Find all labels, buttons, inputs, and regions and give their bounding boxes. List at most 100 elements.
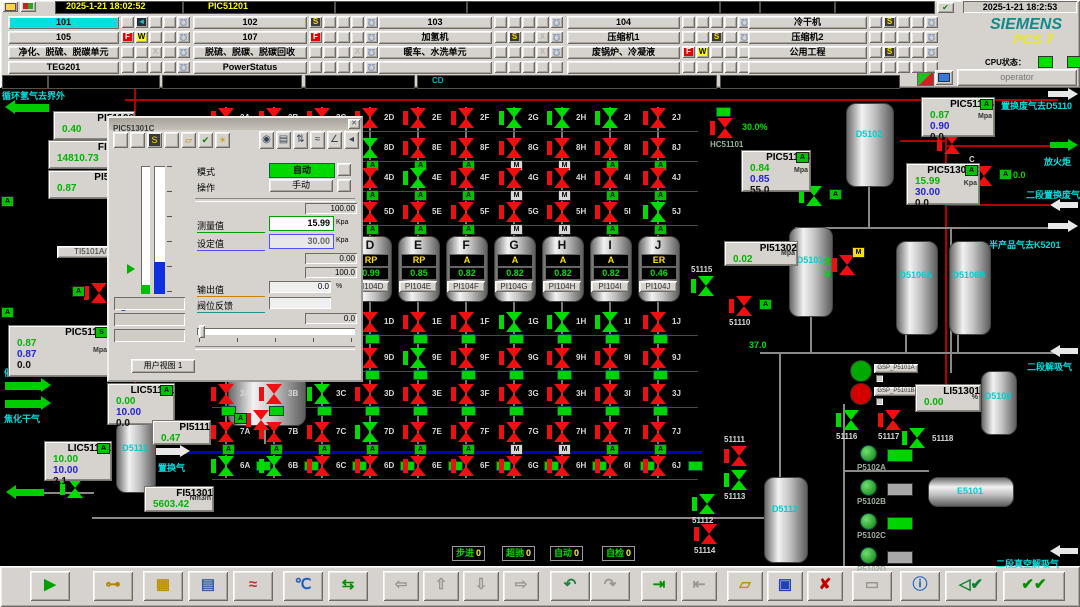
- s-status-icon[interactable]: S: [147, 132, 162, 148]
- measure-temp-button[interactable]: ℃: [283, 571, 323, 601]
- output-slider[interactable]: [197, 328, 355, 335]
- instrument-LIC51101[interactable]: LIC511010.0010.000.0A: [107, 383, 175, 425]
- mode-more-button[interactable]: [337, 163, 351, 176]
- valve-6D[interactable]: [359, 456, 381, 476]
- valve-2F[interactable]: [455, 108, 477, 128]
- batch-icon[interactable]: [164, 132, 179, 148]
- instrument-PIC51107[interactable]: PIC511070.870.870.0MpaS: [8, 325, 110, 377]
- valve-2H[interactable]: [551, 108, 573, 128]
- valve-1E[interactable]: [407, 312, 429, 332]
- valve-HC51101[interactable]: [714, 118, 736, 138]
- alarm-picture-button[interactable]: ▦: [143, 571, 183, 601]
- pump-icon-P5102B[interactable]: [860, 479, 877, 496]
- valve-7H[interactable]: [551, 422, 573, 442]
- open-picture-button[interactable]: ▱: [727, 571, 763, 601]
- picture-out-button[interactable]: ⇤: [681, 571, 717, 601]
- valve-51112[interactable]: [696, 494, 718, 514]
- ack-bell-button[interactable]: Ω: [177, 31, 190, 43]
- motor-ack-box[interactable]: [876, 398, 883, 405]
- valve-3A[interactable]: [215, 384, 237, 404]
- sp-value[interactable]: 30.00: [269, 234, 334, 249]
- ack-all-button[interactable]: ✔✔: [1003, 571, 1065, 601]
- valve-7J[interactable]: [647, 422, 669, 442]
- valve-3I[interactable]: [599, 384, 621, 404]
- valve-9E[interactable]: [407, 348, 429, 368]
- valve-7F[interactable]: [455, 422, 477, 442]
- nav-button-脱硫、脱碳、脱碳回收[interactable]: 脱硫、脱碳、脱碳回收: [193, 46, 307, 59]
- valve-8H[interactable]: [551, 138, 573, 158]
- op-more-button[interactable]: [337, 179, 351, 192]
- nav-button-103[interactable]: 103: [378, 16, 492, 29]
- close-icon[interactable]: ✕: [348, 119, 360, 129]
- valve-5H[interactable]: [551, 202, 573, 222]
- valve-4I[interactable]: [599, 168, 621, 188]
- valve-6B[interactable]: [263, 456, 285, 476]
- valve-51113[interactable]: [728, 470, 750, 490]
- valve-5J[interactable]: [647, 202, 669, 222]
- nav-up-button[interactable]: ⇧: [423, 571, 459, 601]
- instrument-FI51301[interactable]: FI513015603.42Nm3/h: [144, 486, 214, 512]
- valve-5E[interactable]: [407, 202, 429, 222]
- info-button[interactable]: ⓘ: [900, 571, 940, 601]
- valve-3E[interactable]: [407, 384, 429, 404]
- valve-1H[interactable]: [551, 312, 573, 332]
- valve-7E[interactable]: [407, 422, 429, 442]
- valve-4G[interactable]: [503, 168, 525, 188]
- nav-button-净化、脱硫、脱碳单元[interactable]: 净化、脱硫、脱碳单元: [8, 46, 119, 59]
- valve-6F[interactable]: [455, 456, 477, 476]
- instrument-PIC51103[interactable]: PIC511030.840.8555.0MpaA: [741, 150, 811, 192]
- valve-6J[interactable]: [647, 456, 669, 476]
- valve-7C[interactable]: [311, 422, 333, 442]
- nav-button-TEG201[interactable]: TEG201: [8, 61, 119, 74]
- valve-51111[interactable]: [728, 446, 750, 466]
- valve-unnamed[interactable]: [941, 134, 963, 154]
- valve-7G[interactable]: [503, 422, 525, 442]
- ack-bell-button[interactable]: Ω: [550, 31, 563, 43]
- faceplate-dialog-pic51301c[interactable]: PIC51301C ✕ S▱✔☀◉▤⇅≈∠◂ E 模式 自动 操作 手动 100…: [107, 116, 363, 382]
- valve-2J[interactable]: [647, 108, 669, 128]
- valve-8I[interactable]: [599, 138, 621, 158]
- sp-pointer-icon[interactable]: [127, 264, 135, 274]
- ack-bell-button[interactable]: Ω: [365, 61, 378, 73]
- instrument-LI51301[interactable]: LI513010.00%: [915, 384, 981, 412]
- check-icon-button[interactable]: ✔: [937, 2, 954, 13]
- redo-picture-button[interactable]: ↷: [590, 571, 630, 601]
- valve-5I[interactable]: [599, 202, 621, 222]
- valve-unnamed[interactable]: [64, 478, 86, 498]
- nav-button-加氢机[interactable]: 加氢机: [378, 31, 492, 44]
- valve-2E[interactable]: [407, 108, 429, 128]
- valve-7D[interactable]: [359, 422, 381, 442]
- instrument-LIC51102[interactable]: LIC5110210.0010.002.1A: [44, 441, 112, 481]
- valve-3J[interactable]: [647, 384, 669, 404]
- ack-bell-button[interactable]: Ω: [550, 16, 563, 28]
- valve-4E[interactable]: [407, 168, 429, 188]
- save-picture-button[interactable]: ▣: [767, 571, 803, 601]
- valve-2G[interactable]: [503, 108, 525, 128]
- valve-51110[interactable]: [733, 296, 755, 316]
- sp-bargraph[interactable]: [154, 166, 165, 294]
- lamp-icon[interactable]: ☀: [215, 132, 230, 148]
- picture-switch-button[interactable]: ⇆: [328, 571, 368, 601]
- ack-bell-button[interactable]: Ω: [365, 46, 378, 58]
- nav-button-PowerStatus[interactable]: PowerStatus: [193, 61, 307, 74]
- valve-5F[interactable]: [455, 202, 477, 222]
- picture-in-button[interactable]: ⇥: [641, 571, 677, 601]
- param-icon[interactable]: ⇅: [293, 131, 308, 149]
- valve-6C[interactable]: [311, 456, 333, 476]
- operator-button[interactable]: operator: [957, 69, 1077, 86]
- op-value-button[interactable]: 手动: [269, 179, 333, 192]
- valve-9J[interactable]: [647, 348, 669, 368]
- valve-51116[interactable]: [840, 410, 862, 430]
- ack-bell-button[interactable]: Ω: [925, 16, 938, 28]
- display-button[interactable]: ▭: [852, 571, 892, 601]
- loop-icon[interactable]: ◉: [259, 131, 274, 149]
- valve-9G[interactable]: [503, 348, 525, 368]
- motor-status-GSP_P5101A[interactable]: [850, 360, 872, 382]
- instrument-PI51302[interactable]: PI513020.02Mpa: [724, 241, 798, 266]
- valve-1I[interactable]: [599, 312, 621, 332]
- valve-3D[interactable]: [359, 384, 381, 404]
- ramp-icon[interactable]: ∠: [327, 131, 342, 149]
- nav-button-104[interactable]: 104: [567, 16, 680, 29]
- valve-2I[interactable]: [599, 108, 621, 128]
- valve-3C[interactable]: [311, 384, 333, 404]
